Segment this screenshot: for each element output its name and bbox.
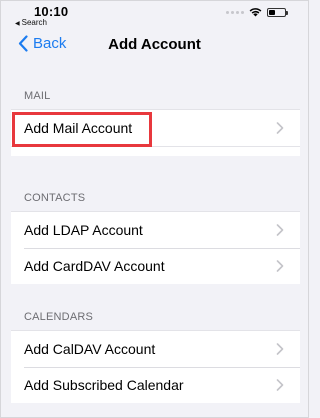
section-header-contacts: CONTACTS (24, 192, 86, 204)
navigation-bar: Back Add Account (1, 31, 308, 63)
section-header-calendars: CALENDARS (24, 311, 94, 323)
status-time: 10:10 (34, 4, 69, 19)
system-indicators (226, 7, 288, 17)
highlight-box (12, 112, 152, 147)
wifi-icon (249, 8, 262, 17)
add-subscribed-calendar-row[interactable]: Add Subscribed Calendar (11, 367, 300, 403)
chevron-right-icon (276, 343, 284, 355)
chevron-right-icon (276, 379, 284, 391)
empty-row (11, 146, 300, 156)
add-carddav-account-row[interactable]: Add CardDAV Account (11, 248, 300, 284)
back-triangle-icon: ◀ (15, 21, 20, 27)
add-caldav-account-row[interactable]: Add CalDAV Account (11, 331, 300, 367)
section-header-mail: MAIL (24, 90, 51, 102)
row-label: Add Subscribed Calendar (24, 377, 184, 393)
row-label: Add CalDAV Account (24, 341, 156, 357)
chevron-right-icon (276, 122, 284, 134)
cellular-dots-icon (226, 10, 244, 14)
page-title: Add Account (108, 36, 201, 53)
calendars-group: Add CalDAV Account Add Subscribed Calend… (11, 330, 300, 403)
add-account-screen: 10:10 ◀ Search Back Add Account MAIL Add… (0, 0, 309, 418)
chevron-right-icon (276, 260, 284, 272)
back-to-app-label: Search (21, 18, 47, 27)
row-label: Add LDAP Account (24, 222, 143, 238)
status-bar: 10:10 ◀ Search (1, 1, 308, 31)
add-ldap-account-row[interactable]: Add LDAP Account (11, 212, 300, 248)
contacts-group: Add LDAP Account Add CardDAV Account (11, 211, 300, 284)
back-to-app-link[interactable]: ◀ Search (15, 18, 47, 27)
row-label: Add CardDAV Account (24, 258, 165, 274)
chevron-right-icon (276, 224, 284, 236)
battery-icon (267, 7, 288, 17)
